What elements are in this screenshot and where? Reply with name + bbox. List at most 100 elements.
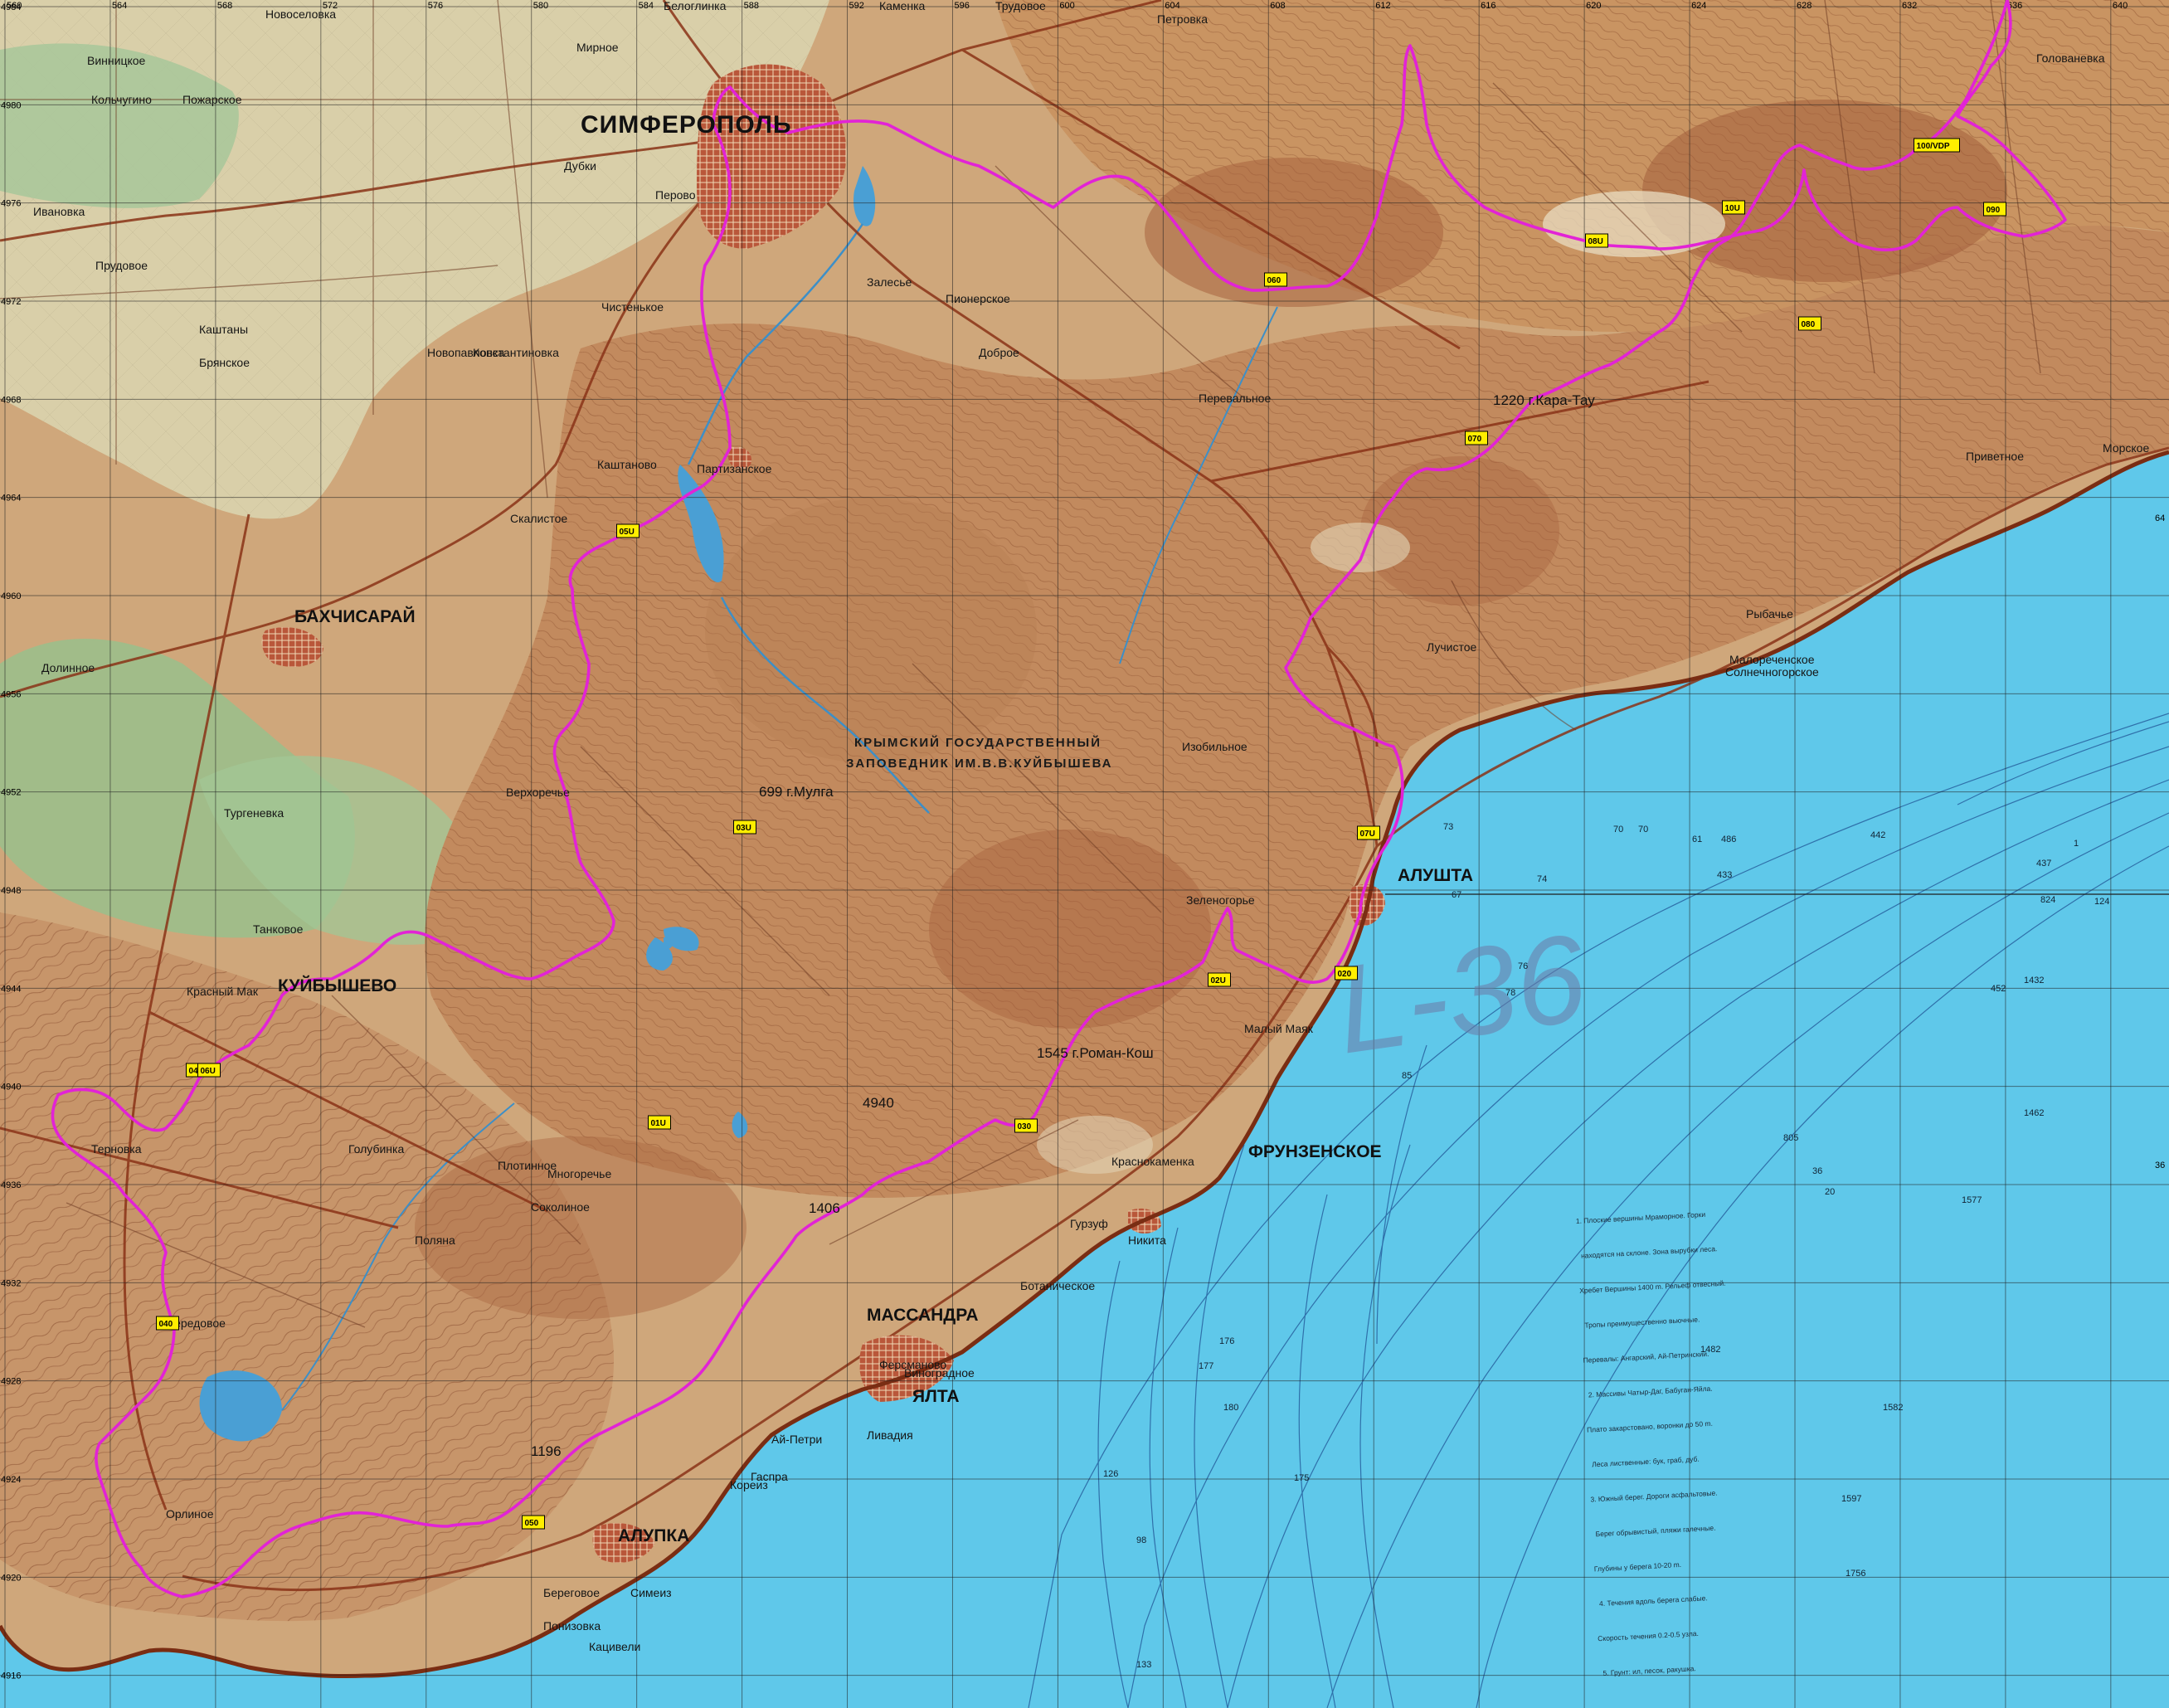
village-label: Ботаническое <box>1020 1279 1095 1292</box>
waypoint-marker-icon[interactable]: 06U <box>197 1063 221 1078</box>
waypoint-label: 01U <box>651 1119 666 1128</box>
village-label: Кольчугино <box>91 93 152 106</box>
peak-label: 4940 <box>863 1095 894 1111</box>
city-label: СИМФЕРОПОЛЬ <box>581 111 792 139</box>
grid-label-top: 632 <box>1902 1 1917 11</box>
grid-label-top: 620 <box>1586 1 1601 11</box>
waypoint-marker-icon[interactable]: 060 <box>1264 272 1287 287</box>
waypoint-marker-icon[interactable]: 08U <box>1585 233 1608 248</box>
village-label: Приветное <box>1966 450 2024 463</box>
depth-label: 73 <box>1443 822 1453 832</box>
topographic-map[interactable]: 1. Плоские вершины Мраморное. Горки наход… <box>0 0 2169 1708</box>
depth-label: 70 <box>1638 825 1648 835</box>
village-label: Перевальное <box>1199 392 1271 405</box>
depth-label: 98 <box>1136 1535 1146 1545</box>
waypoint-label: 080 <box>1802 320 1816 329</box>
reserve-label-line1: КРЫМСКИЙ ГОСУДАРСТВЕННЫЙ <box>854 735 1102 750</box>
village-label: Краснокаменка <box>1111 1155 1194 1168</box>
depth-label: 67 <box>1452 890 1461 900</box>
village-label: Соколиное <box>531 1200 590 1214</box>
grid-label-left: 4944 <box>1 984 21 994</box>
village-label: Партизанское <box>697 462 772 475</box>
village-label: Солнечногорское <box>1725 665 1819 679</box>
waypoint-marker-icon[interactable]: 07U <box>1357 825 1380 840</box>
waypoint-label: 090 <box>1987 206 2001 215</box>
village-label: Многоречье <box>547 1167 611 1180</box>
grid-label-left: 4920 <box>1 1573 21 1583</box>
depth-label: 1482 <box>1700 1345 1720 1355</box>
village-label: Каменка <box>879 0 926 12</box>
village-label: Терновка <box>91 1142 142 1156</box>
waypoint-marker-icon[interactable]: 03U <box>733 820 756 835</box>
depth-label: 20 <box>1825 1187 1835 1197</box>
note-line: Перевалы: Ангарский, Ай-Петринский. <box>1583 1350 1709 1365</box>
grid-label-left: 4932 <box>1 1278 21 1288</box>
note-line: 3. Южный берег. Дороги асфальтовые. <box>1590 1489 1718 1504</box>
note-line: находятся на склоне. Зона вырубки леса. <box>1581 1244 1718 1260</box>
waypoint-marker-icon[interactable]: 090 <box>1983 202 2006 217</box>
village-label: Доброе <box>979 346 1019 359</box>
plateau-shading <box>705 498 1037 763</box>
grid-label-top: 624 <box>1691 1 1706 11</box>
village-label: Перово <box>655 188 696 202</box>
waypoint-label: 070 <box>1468 435 1482 444</box>
village-label: Малый Маяк <box>1244 1022 1314 1035</box>
grid-label-top: 596 <box>954 1 969 11</box>
village-label: Поляна <box>415 1234 455 1247</box>
waypoint-label: 040 <box>159 1320 173 1329</box>
city-label: ЯЛТА <box>912 1387 960 1406</box>
grid-label-left: 4952 <box>1 788 21 798</box>
depth-label: 36 <box>1812 1166 1822 1176</box>
depth-label: 176 <box>1219 1336 1234 1346</box>
depth-label: 1 <box>2074 839 2079 849</box>
grid-label-top: 592 <box>849 1 864 11</box>
plateau-clearing <box>1311 523 1410 572</box>
village-label: Рыбачье <box>1746 607 1793 620</box>
grid-label-top: 628 <box>1797 1 1812 11</box>
village-label: Береговое <box>543 1586 600 1599</box>
waypoint-marker-icon[interactable]: 040 <box>156 1316 179 1331</box>
waypoint-marker-icon[interactable]: 01U <box>648 1115 671 1130</box>
village-label: Прудовое <box>95 259 148 272</box>
waypoint-marker-icon[interactable]: 030 <box>1014 1118 1038 1133</box>
city-label: АЛУПКА <box>618 1526 689 1545</box>
village-label: Красный Мак <box>187 985 259 998</box>
village-label: Тургеневка <box>224 806 284 820</box>
village-label: Каштаново <box>597 458 657 471</box>
village-label: Пионерское <box>946 292 1010 305</box>
waypoint-marker-icon[interactable]: 020 <box>1335 966 1358 981</box>
peak-label: 1406 <box>809 1200 840 1216</box>
depth-label: 486 <box>1721 835 1736 844</box>
waypoint-marker-icon[interactable]: 02U <box>1208 972 1231 987</box>
village-label: Симеиз <box>630 1586 672 1599</box>
depth-label: 805 <box>1783 1133 1798 1143</box>
waypoint-marker-icon[interactable]: 100/VDP <box>1914 138 1960 153</box>
note-line: Плато закарстовано, воронки до 50 m. <box>1587 1419 1713 1434</box>
grid-label-left: 4968 <box>1 395 21 405</box>
grid-label-top: 564 <box>112 1 127 11</box>
waypoint-marker-icon[interactable]: 050 <box>522 1515 545 1530</box>
grid-label-top: 568 <box>217 1 232 11</box>
depth-label: 70 <box>1613 825 1623 835</box>
waypoint-label: 08U <box>1588 237 1603 246</box>
depth-label: 124 <box>2094 897 2109 907</box>
village-label: Зеленогорье <box>1186 893 1255 907</box>
waypoint-marker-icon[interactable]: 080 <box>1798 316 1821 331</box>
village-label: Залесье <box>867 275 912 289</box>
note-line: 4. Течения вдоль берега слабые. <box>1599 1594 1708 1608</box>
waypoint-label: 060 <box>1267 276 1281 285</box>
depth-label: 1432 <box>2024 976 2044 985</box>
note-line: Леса лиственные: бук, граб, дуб. <box>1592 1455 1700 1469</box>
waypoint-marker-icon[interactable]: 10U <box>1722 200 1745 215</box>
village-label: Трудовое <box>995 0 1046 12</box>
grid-label-right: 36 <box>2155 1161 2165 1170</box>
depth-label: 442 <box>1870 830 1885 840</box>
reserve-label-line2: ЗАПОВЕДНИК ИМ.В.В.КУЙБЫШЕВА <box>846 756 1113 771</box>
grid-label-left: 4980 <box>1 100 21 110</box>
grid-label-left: 4928 <box>1 1377 21 1387</box>
note-line: Берег обрывистый, пляжи галечные. <box>1595 1524 1715 1539</box>
waypoint-marker-icon[interactable]: 070 <box>1465 431 1488 445</box>
grid-label-left: 4940 <box>1 1083 21 1092</box>
village-label: Гурзуф <box>1070 1217 1108 1230</box>
waypoint-marker-icon[interactable]: 05U <box>616 523 640 538</box>
